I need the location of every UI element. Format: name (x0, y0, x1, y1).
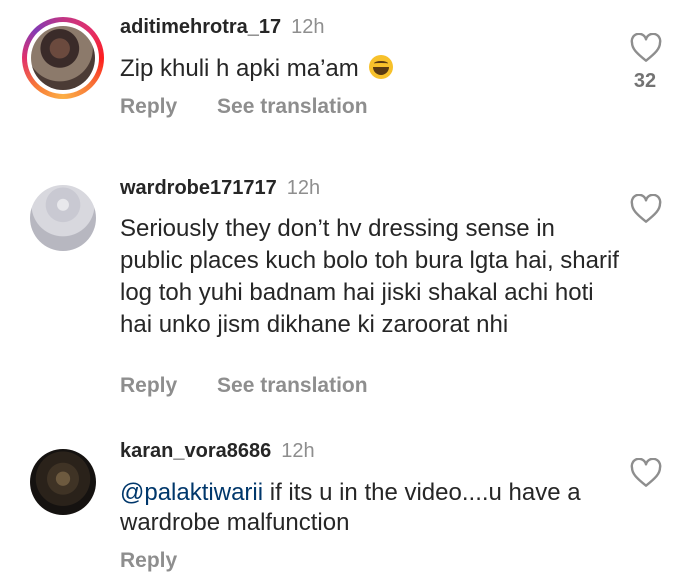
username-text[interactable]: karan_vora8686 (120, 440, 271, 462)
heart-icon[interactable] (630, 458, 662, 488)
see-translation-button[interactable]: See translation (217, 95, 368, 118)
comments-list: aditimehrotra_17 12h Zip khuli h apki ma’… (0, 0, 700, 584)
mention-link[interactable]: @palaktiwarii (120, 479, 263, 506)
see-translation-button[interactable]: See translation (217, 374, 368, 397)
comment-body: Zip khuli h apki ma’am (120, 55, 359, 82)
comment-username[interactable]: aditimehrotra_17 12h (120, 16, 325, 39)
comment-actions: Reply See translation (120, 95, 402, 119)
heart-icon[interactable] (630, 194, 662, 224)
comment-actions: Reply (120, 549, 211, 573)
like-count[interactable]: 32 (620, 70, 670, 93)
avatar-story-ring[interactable] (22, 17, 104, 99)
comment-time: 12h (286, 177, 321, 199)
comment-text: @palaktiwarii if its u in the video....u… (120, 478, 620, 538)
heart-icon[interactable] (630, 33, 662, 63)
comment-actions: Reply See translation (120, 374, 402, 398)
reply-button[interactable]: Reply (120, 95, 177, 118)
comment-time: 12h (291, 16, 325, 38)
reply-button[interactable]: Reply (120, 549, 177, 572)
comment-username[interactable]: karan_vora8686 12h (120, 440, 315, 463)
comment-username[interactable]: wardrobe171717 12h (120, 177, 320, 200)
username-text[interactable]: wardrobe171717 (120, 177, 277, 199)
reply-button[interactable]: Reply (120, 374, 177, 397)
comment-time: 12h (281, 440, 315, 462)
avatar (31, 26, 95, 90)
avatar[interactable] (30, 185, 96, 251)
comment-text: Seriously they don’t hv dressing sense i… (120, 215, 619, 338)
grinning-sweat-emoji-icon (369, 55, 394, 79)
username-text[interactable]: aditimehrotra_17 (120, 16, 281, 38)
avatar[interactable] (30, 449, 96, 515)
comment-text: Zip khuli h apki ma’am (120, 54, 620, 84)
